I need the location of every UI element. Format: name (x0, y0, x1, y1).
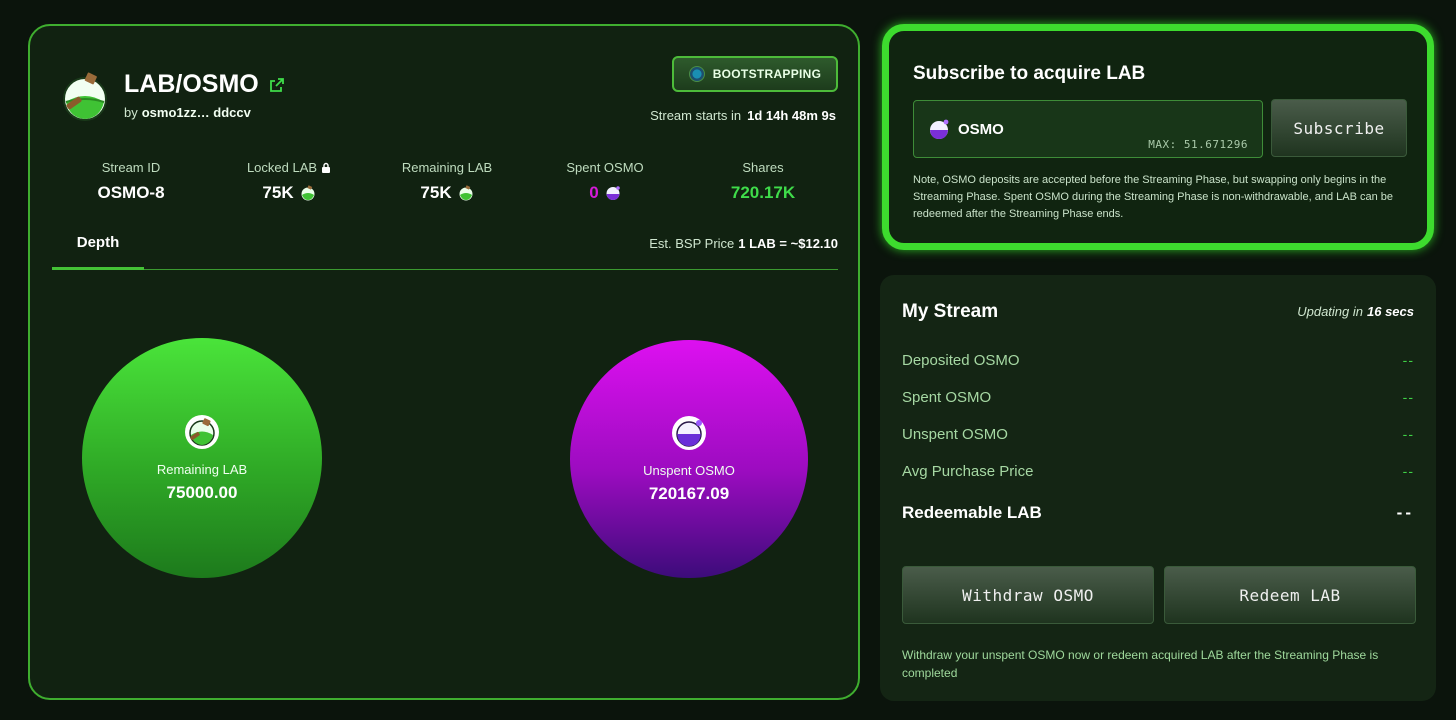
unspent-osmo-value: 720167.09 (648, 483, 730, 503)
lock-icon (322, 162, 331, 173)
stat-spent: Spent OSMO 0 (526, 160, 684, 203)
remaining-lab-label: Remaining LAB (156, 461, 248, 477)
updating-indicator: Updating in 16 secs (1297, 304, 1414, 319)
pair-title: LAB/OSMO (124, 70, 285, 99)
unspent-osmo-label: Unspent OSMO (643, 462, 735, 478)
row-value: -- (1402, 352, 1414, 368)
lab-token-icon (459, 185, 473, 201)
status-dot-icon (688, 66, 705, 82)
stat-value: 75K (210, 183, 368, 203)
osmo-token-icon (930, 119, 949, 139)
stat-shares: Shares 720.17K (684, 160, 842, 203)
row-deposited-osmo: Deposited OSMO -- (902, 352, 1414, 372)
row-value: -- (1402, 426, 1414, 442)
bsp-value: 1 LAB = ~$12.10 (738, 236, 838, 251)
my-stream-panel: My Stream Updating in 16 secs Deposited O… (880, 275, 1436, 701)
stream-starts-label: Stream starts in (650, 108, 742, 123)
by-label: by (124, 105, 138, 120)
osmo-token-icon (606, 186, 620, 200)
row-label: Spent OSMO (902, 389, 992, 406)
stream-starts: Stream starts in 1d 14h 48m 9s (650, 108, 836, 123)
remaining-value: 75K (420, 183, 452, 202)
stat-stream-id: Stream ID OSMO-8 (52, 160, 210, 203)
my-stream-note: Withdraw your unspent OSMO now or redeem… (902, 648, 1379, 680)
subscribe-button[interactable]: Subscribe (1271, 99, 1407, 157)
stat-locked: Locked LAB 75K (210, 160, 368, 203)
tab-depth[interactable]: Depth (52, 230, 144, 270)
locked-label: Locked LAB (246, 160, 318, 175)
stat-label: Shares (742, 160, 784, 175)
locked-value: 75K (262, 183, 294, 202)
creator-address[interactable]: osmo1zz… ddccv (142, 105, 251, 120)
row-redeemable-lab: Redeemable LAB -- (902, 503, 1414, 523)
stat-label: Stream ID (101, 160, 161, 175)
subscribe-note: Note, OSMO deposits are accepted before … (913, 174, 1393, 220)
stream-stats: Stream ID OSMO-8 Locked LAB 75K Remainin… (52, 160, 842, 203)
row-value: -- (1396, 503, 1414, 522)
lab-token-icon (185, 414, 219, 449)
unspent-osmo-bubble: Unspent OSMO 720167.09 (570, 340, 808, 578)
row-label: Deposited OSMO (902, 352, 1020, 369)
tabs-row: Depth Est. BSP Price 1 LAB = ~$12.10 (52, 230, 838, 270)
external-link-icon[interactable] (269, 77, 285, 93)
osmo-amount-input[interactable]: OSMO MAX: 51.671296 (913, 100, 1263, 158)
stat-value: 75K (368, 183, 526, 203)
pair-title-text: LAB/OSMO (124, 70, 259, 98)
row-value: -- (1402, 463, 1414, 479)
stream-id-value: OSMO-8 (97, 183, 165, 202)
osmo-token-icon (672, 415, 706, 450)
row-avg-purchase-price: Avg Purchase Price -- (902, 463, 1414, 483)
lab-token-icon (301, 185, 315, 201)
updating-label: Updating in (1297, 304, 1363, 319)
redeem-lab-button[interactable]: Redeem LAB (1164, 566, 1416, 624)
shares-value: 720.17K (730, 183, 796, 202)
row-unspent-osmo: Unspent OSMO -- (902, 426, 1414, 446)
row-label: Avg Purchase Price (902, 463, 1034, 480)
stat-value: 720.17K (684, 183, 842, 203)
row-value: -- (1402, 389, 1414, 405)
bsp-label: Est. BSP Price (649, 236, 735, 251)
row-label: Unspent OSMO (902, 426, 1008, 443)
subscribe-title: Subscribe to acquire LAB (913, 63, 1146, 84)
stat-remaining: Remaining LAB 75K (368, 160, 526, 203)
row-spent-osmo: Spent OSMO -- (902, 389, 1414, 409)
bsp-price: Est. BSP Price 1 LAB = ~$12.10 (649, 236, 838, 251)
stat-value: 0 (526, 183, 684, 203)
status-label: BOOTSTRAPPING (712, 67, 822, 81)
stat-label: Locked LAB (210, 160, 368, 175)
stat-label: Spent OSMO (566, 160, 644, 175)
stat-label: Remaining LAB (401, 160, 493, 175)
row-label: Redeemable LAB (902, 503, 1042, 522)
updating-value: 16 secs (1367, 304, 1414, 319)
withdraw-osmo-button[interactable]: Withdraw OSMO (902, 566, 1154, 624)
pair-creator: by osmo1zz… ddccv (124, 105, 251, 120)
subscribe-panel: Subscribe to acquire LAB OSMO MAX: 51.67… (882, 24, 1434, 250)
status-button[interactable]: BOOTSTRAPPING (672, 56, 838, 92)
input-token-symbol: OSMO (958, 121, 1004, 138)
remaining-lab-value: 75000.00 (166, 482, 238, 502)
stream-detail-panel: LAB/OSMO by osmo1zz… ddccv BOOTSTRAPPING … (28, 24, 860, 700)
stream-starts-value: 1d 14h 48m 9s (747, 108, 836, 123)
remaining-lab-bubble: Remaining LAB 75000.00 (82, 338, 322, 578)
spent-value: 0 (589, 183, 599, 202)
max-balance[interactable]: MAX: 51.671296 (1148, 138, 1248, 151)
lab-token-icon (63, 72, 107, 121)
my-stream-title: My Stream (902, 301, 999, 322)
stat-value: OSMO-8 (52, 183, 210, 203)
